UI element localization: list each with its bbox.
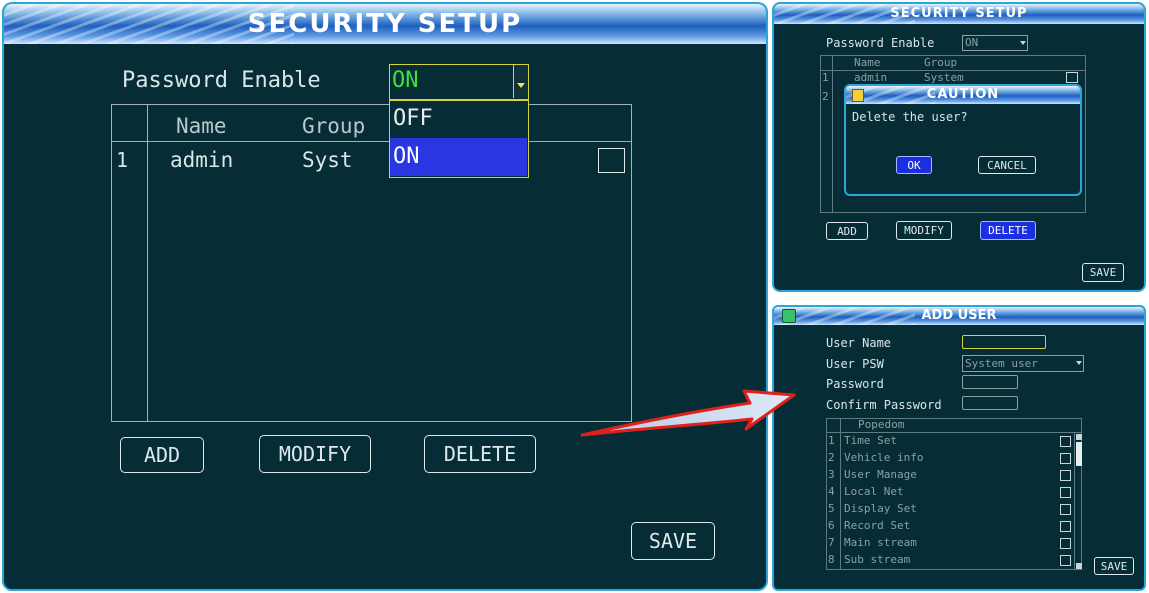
scrollbar-thumb[interactable] [1076, 442, 1082, 466]
chevron-down-icon [1076, 361, 1082, 365]
popedom-checkbox[interactable] [1060, 555, 1071, 566]
confirm-password-input[interactable] [962, 396, 1018, 410]
popedom-item[interactable]: 3 User Manage [826, 467, 1074, 484]
save-button[interactable]: SAVE [1094, 557, 1134, 575]
row-index: 1 [116, 148, 129, 172]
password-enable-select[interactable]: ON [389, 64, 529, 100]
popedom-checkbox[interactable] [1060, 470, 1071, 481]
ok-button[interactable]: OK [896, 156, 932, 174]
popedom-index: 5 [828, 502, 835, 515]
popedom-index: 7 [828, 536, 835, 549]
save-button[interactable]: SAVE [631, 522, 715, 560]
panel-title: ADD USER [921, 308, 997, 323]
row-name: admin [170, 148, 234, 172]
password-enable-label: Password Enable [826, 36, 935, 50]
row-index: 2 [822, 90, 829, 103]
dialog-title: CAUTION [926, 87, 1000, 102]
popedom-checkbox[interactable] [1060, 436, 1071, 447]
popedom-checkbox[interactable] [1060, 487, 1071, 498]
delete-button[interactable]: DELETE [980, 221, 1036, 240]
popedom-label: Time Set [844, 434, 897, 447]
popedom-index: 6 [828, 519, 835, 532]
table-header-name: Name [176, 114, 227, 138]
table-header-group: Group [302, 114, 366, 138]
chevron-down-icon [517, 83, 525, 88]
popedom-label: Display Set [844, 502, 917, 515]
row-checkbox[interactable] [598, 148, 625, 173]
user-psw-value: System user [965, 357, 1038, 370]
popedom-index: 2 [828, 451, 835, 464]
user-psw-label: User PSW [826, 357, 884, 371]
popedom-checkbox[interactable] [1060, 521, 1071, 532]
cancel-button[interactable]: CANCEL [978, 156, 1036, 174]
popedom-item[interactable]: 1 Time Set [826, 433, 1074, 450]
add-user-title-bar: ADD USER [774, 307, 1144, 325]
save-button[interactable]: SAVE [1082, 263, 1124, 282]
chevron-down-icon [1020, 41, 1026, 45]
table-header-name: Name [854, 56, 881, 69]
popedom-checkbox[interactable] [1060, 453, 1071, 464]
caution-title-bar: CAUTION [846, 86, 1080, 104]
caution-dialog: CAUTION Delete the user? OK CANCEL [844, 84, 1082, 196]
confirm-password-label: Confirm Password [826, 398, 942, 412]
dropdown-option-on[interactable]: ON [390, 138, 527, 176]
popedom-label: Record Set [844, 519, 911, 532]
popedom-index: 8 [828, 553, 835, 566]
popedom-index: 3 [828, 468, 835, 481]
security-setup-panel: SECURITY SETUP Password Enable Name Grou… [2, 2, 768, 591]
security-setup-title-bar: SECURITY SETUP [4, 4, 766, 44]
delete-user-title-bar: SECURITY SETUP [774, 4, 1144, 24]
password-enable-value: ON [965, 36, 979, 49]
scroll-up-icon[interactable] [1076, 434, 1082, 440]
popedom-checkbox[interactable] [1060, 538, 1071, 549]
dialog-message: Delete the user? [852, 110, 968, 124]
popedom-label: User Manage [844, 468, 917, 481]
warning-icon [852, 89, 864, 102]
user-icon [782, 309, 796, 323]
popedom-item[interactable]: 5 Display Set [826, 501, 1074, 518]
password-input[interactable] [962, 375, 1018, 389]
popedom-label: Sub stream [844, 553, 911, 566]
delete-user-panel: SECURITY SETUP Password Enable ON Name G… [772, 2, 1146, 292]
delete-button[interactable]: DELETE [424, 435, 536, 473]
row-name: admin [854, 71, 888, 84]
popedom-index: 4 [828, 485, 835, 498]
popedom-item[interactable]: 4 Local Net [826, 484, 1074, 501]
popedom-checkbox[interactable] [1060, 504, 1071, 515]
popedom-item[interactable]: 2 Vehicle info [826, 450, 1074, 467]
password-enable-value: ON [392, 68, 419, 93]
password-enable-label: Password Enable [122, 68, 321, 93]
popedom-scrollbar[interactable] [1074, 433, 1082, 570]
popedom-header: Popedom [858, 418, 905, 431]
user-name-input[interactable] [962, 335, 1046, 349]
popedom-label: Main stream [844, 536, 917, 549]
modify-button[interactable]: MODIFY [896, 221, 952, 240]
add-button[interactable]: ADD [120, 437, 204, 473]
popedom-label: Vehicle info [844, 451, 924, 464]
table-header-group: Group [924, 56, 958, 69]
password-enable-select[interactable]: ON [962, 35, 1028, 51]
row-group: System [924, 71, 964, 84]
popedom-item[interactable]: 7 Main stream [826, 535, 1074, 552]
panel-title: SECURITY SETUP [890, 6, 1028, 21]
add-button[interactable]: ADD [826, 222, 868, 240]
popedom-item[interactable]: 8 Sub stream [826, 552, 1074, 569]
popedom-item[interactable]: 6 Record Set [826, 518, 1074, 535]
add-user-panel: ADD USER User Name User PSW System user … [772, 305, 1146, 591]
row-index: 1 [822, 71, 829, 84]
password-label: Password [826, 377, 884, 391]
row-group: Syst [302, 148, 353, 172]
popedom-index: 1 [828, 434, 835, 447]
scroll-down-icon[interactable] [1076, 563, 1082, 569]
dropdown-option-off[interactable]: OFF [390, 101, 527, 137]
popedom-label: Local Net [844, 485, 904, 498]
row-checkbox[interactable] [1066, 72, 1078, 83]
password-enable-dropdown-list: OFF ON [389, 100, 529, 178]
pointer-arrow-icon [580, 389, 796, 437]
user-name-label: User Name [826, 336, 892, 350]
user-psw-select[interactable]: System user [962, 355, 1084, 372]
page-title: SECURITY SETUP [247, 9, 523, 39]
dropdown-arrow-button[interactable] [513, 65, 528, 98]
modify-button[interactable]: MODIFY [259, 435, 371, 473]
